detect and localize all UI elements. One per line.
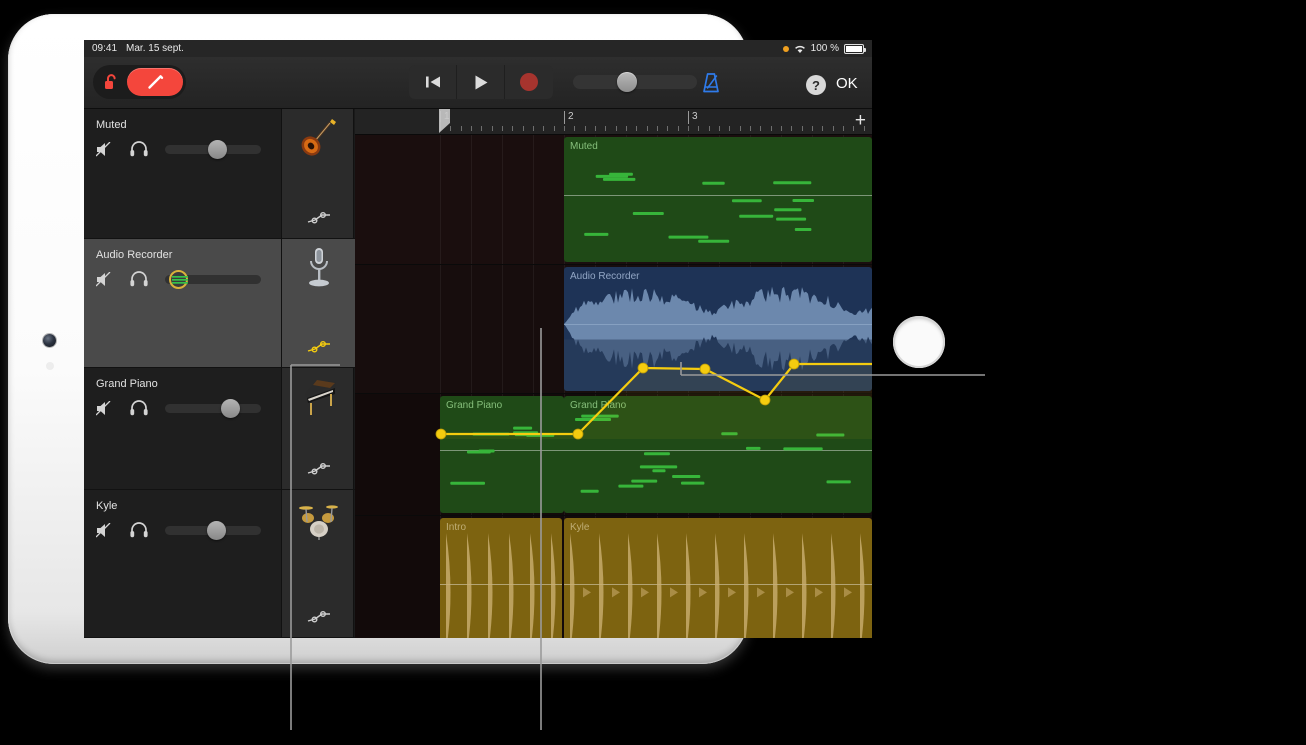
callout-lines (290, 328, 985, 730)
screenshot-root: 09:41 Mar. 15 sept. 100 % ? OK Muted Aud… (0, 0, 1306, 745)
